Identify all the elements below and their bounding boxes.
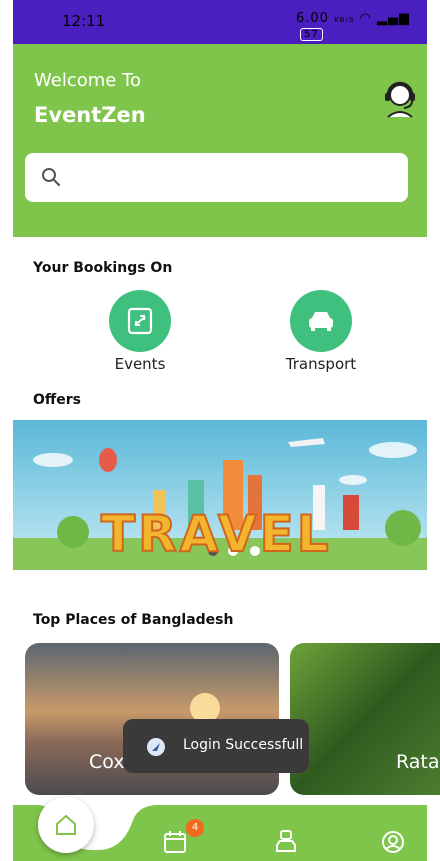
ticket-icon	[127, 307, 153, 335]
status-indicators: 6.00 KB/S ◠ ▂▄▆ 57	[296, 11, 440, 41]
search-input[interactable]	[72, 156, 396, 200]
notification-badge: 4	[186, 819, 204, 837]
welcome-text: Welcome To	[34, 70, 142, 91]
profile-icon	[382, 831, 404, 853]
top-places-title: Top Places of Bangladesh	[33, 612, 234, 628]
wifi-icon: ◠	[359, 11, 372, 26]
bookings-title: Your Bookings On	[33, 260, 173, 276]
network-unit: KB/S	[334, 16, 355, 24]
nav-home-button[interactable]	[38, 797, 94, 853]
calendar-icon	[164, 831, 186, 853]
nav-profile-button[interactable]	[380, 829, 406, 859]
battery-icon: 57	[300, 28, 323, 41]
events-label: Events	[114, 355, 166, 373]
status-time: 12:11	[62, 12, 106, 30]
app-logo-icon	[147, 738, 165, 756]
support-agent-icon[interactable]	[382, 77, 418, 119]
nav-calendar-button[interactable]	[162, 829, 188, 859]
place-label: Cox	[89, 751, 125, 773]
app-name: EventZen	[34, 103, 146, 127]
banner-text: TRAVEL	[100, 504, 332, 564]
offers-banner[interactable]: TRAVEL	[13, 420, 427, 570]
transport-button[interactable]	[290, 290, 352, 352]
network-speed: 6.00	[296, 11, 329, 26]
transport-label: Transport	[285, 355, 357, 373]
car-icon	[309, 312, 333, 331]
nav-transport-button[interactable]	[273, 829, 299, 859]
toast-text: Login Successfull	[183, 737, 304, 753]
events-button[interactable]	[109, 290, 171, 352]
home-icon	[56, 814, 76, 835]
signal-icon: ▂▄▆	[376, 11, 410, 26]
place-card[interactable]: Rata	[290, 643, 440, 795]
place-label: Rata	[396, 751, 440, 773]
search-icon	[42, 168, 61, 187]
offers-title: Offers	[33, 392, 81, 408]
transport-icon	[276, 830, 296, 852]
